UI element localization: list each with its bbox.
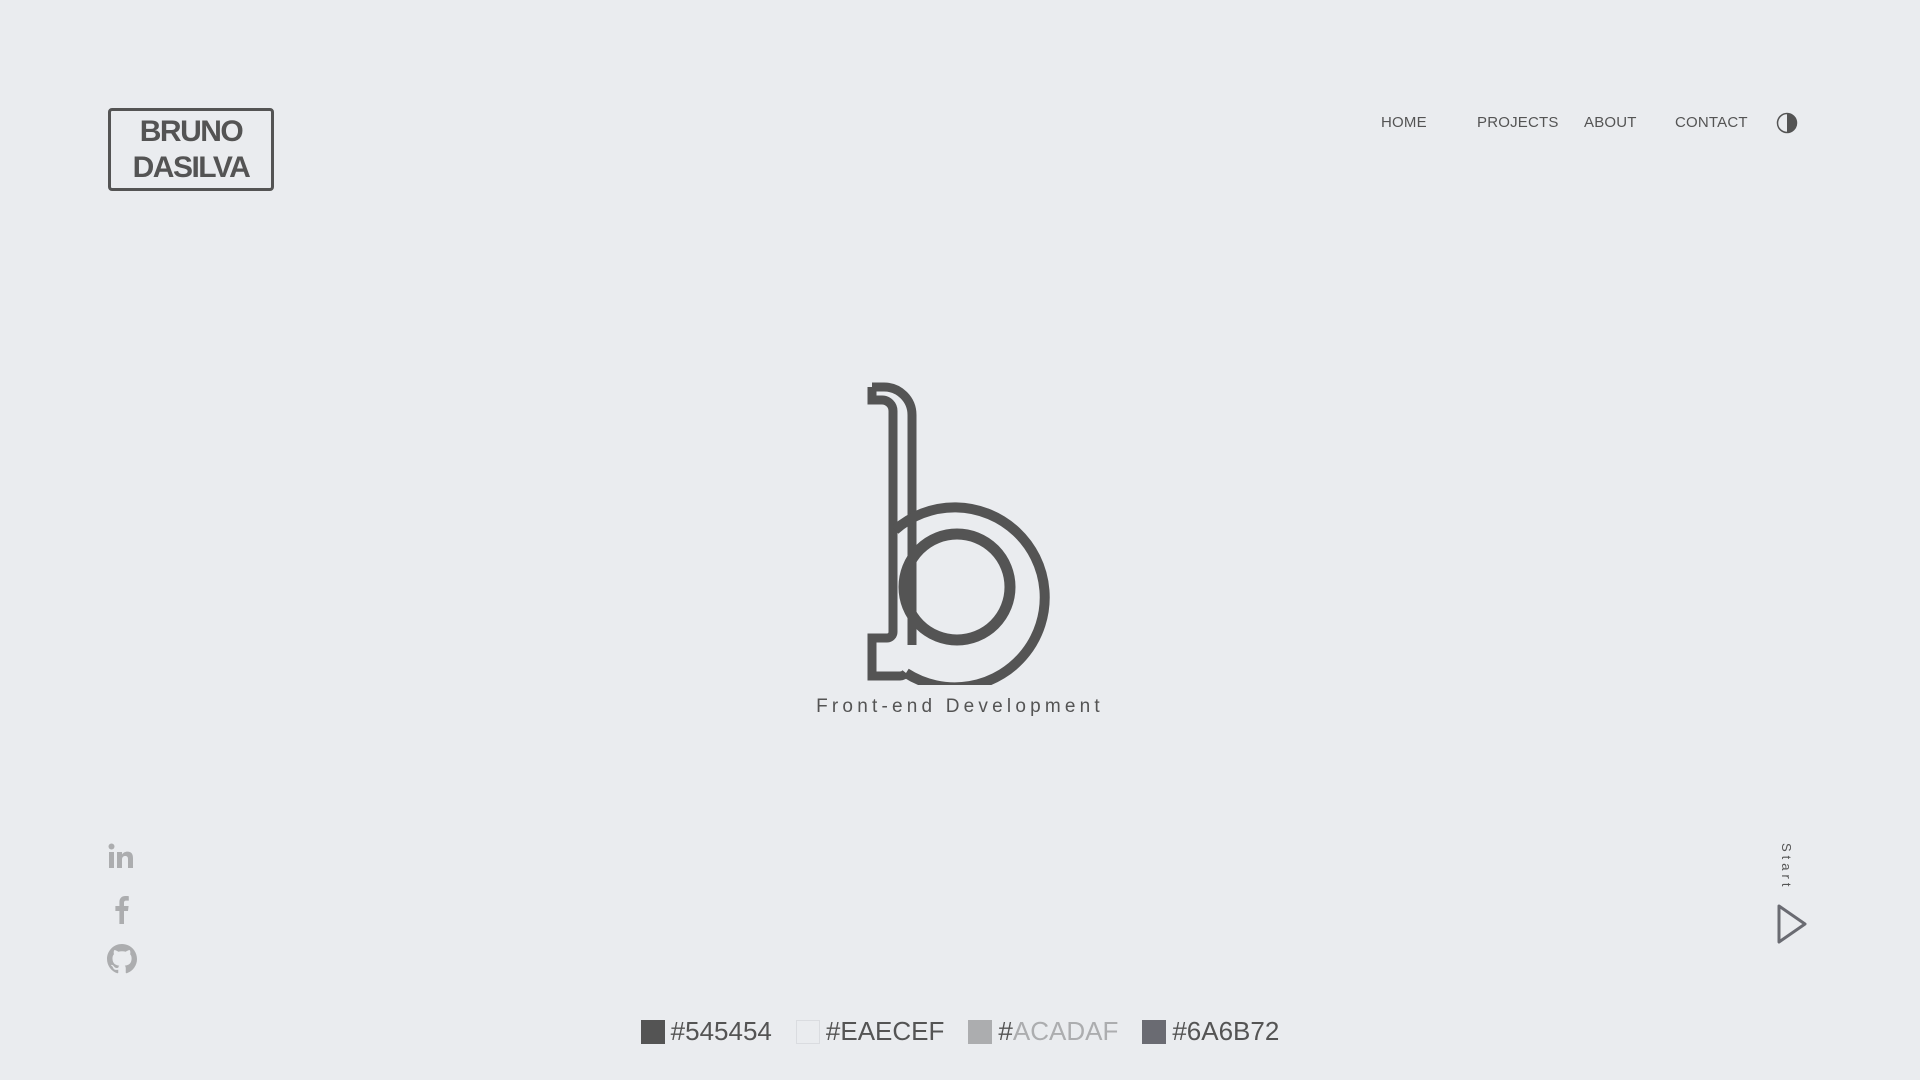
color-palette: # 545454 # EAECEF # ACADAF # 6A6B72 (0, 1016, 1920, 1047)
hero-tagline: Front-end Development (816, 696, 1104, 717)
nav-item-about[interactable]: ABOUT (1584, 114, 1637, 131)
github-icon (107, 944, 137, 974)
nav-item-projects[interactable]: PROJECTS (1477, 114, 1559, 131)
play-triangle-icon[interactable] (1775, 903, 1809, 945)
swatch-chip (795, 1019, 820, 1044)
swatch-chip (640, 1019, 665, 1044)
theme-toggle-icon[interactable] (1776, 112, 1798, 134)
swatch-hash: # (998, 1016, 1013, 1046)
linkedin-icon (108, 843, 133, 868)
b-monogram-logo (867, 382, 1050, 685)
swatch-1: # 545454 (640, 1016, 772, 1047)
linkedin-link[interactable] (106, 843, 134, 869)
brand-line-2: DASILVA (132, 150, 251, 184)
nav-item-home[interactable]: HOME (1381, 114, 1427, 131)
swatch-code: EAECEF (840, 1016, 945, 1046)
swatch-hash: # (825, 1016, 841, 1046)
swatch-chip (968, 1019, 993, 1044)
facebook-link[interactable] (114, 894, 130, 924)
facebook-icon (115, 896, 129, 924)
swatch-code: ACADAF (1012, 1016, 1119, 1046)
swatch-code: 545454 (685, 1016, 772, 1046)
swatch-2: # EAECEF (795, 1016, 945, 1047)
main-nav: HOME PROJECTS ABOUT CONTACT (0, 110, 1920, 136)
start-label: Start (1779, 843, 1794, 891)
swatch-hash: # (1172, 1016, 1187, 1046)
page: BRUNO DASILVA HOME PROJECTS ABOUT CONTAC… (0, 0, 1920, 1080)
nav-item-contact[interactable]: CONTACT (1675, 114, 1748, 131)
github-link[interactable] (107, 944, 137, 974)
swatch-hash: # (670, 1016, 686, 1046)
swatch-4: # 6A6B72 (1142, 1016, 1279, 1047)
swatch-code: 6A6B72 (1186, 1016, 1280, 1046)
swatch-chip (1142, 1019, 1167, 1044)
swatch-3: # ACADAF (968, 1016, 1118, 1047)
